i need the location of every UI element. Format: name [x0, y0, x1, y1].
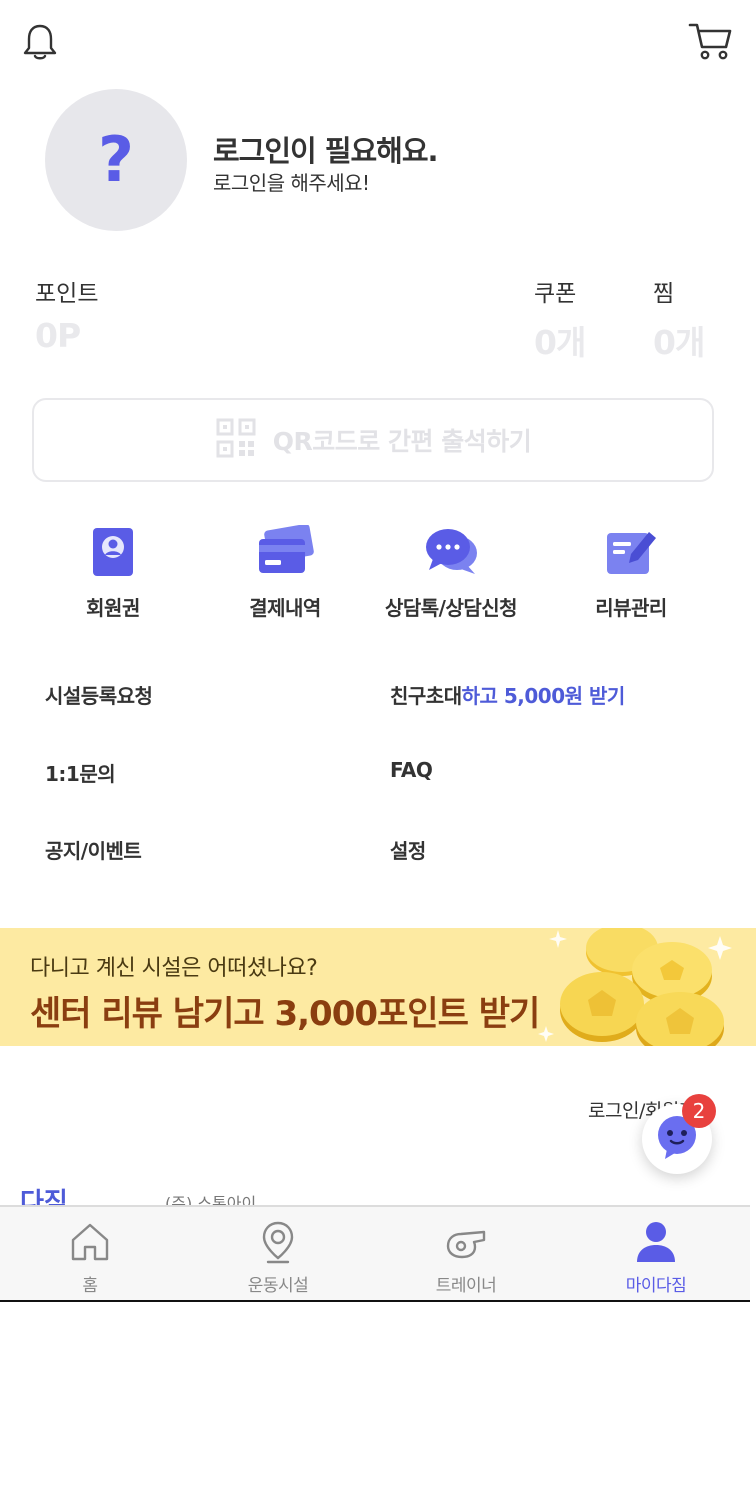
- quick-label-payment-history: 결제내역: [249, 596, 321, 620]
- qr-checkin-label: QR코드로 간편 출석하기: [272, 427, 532, 456]
- qr-code-icon: [215, 417, 257, 463]
- company-logo-text: 다짐: [20, 1188, 68, 1206]
- coupons-label[interactable]: 쿠폰: [534, 274, 576, 308]
- quick-review-management[interactable]: 리뷰관리: [546, 520, 716, 621]
- bell-icon[interactable]: [22, 22, 58, 62]
- menu-facility-request[interactable]: 시설등록요청: [45, 680, 153, 709]
- location-pin-icon: [260, 1219, 296, 1265]
- points-label[interactable]: 포인트: [35, 274, 98, 308]
- bottom-navigation: 홈 운동시설 트레이너 마이다짐: [0, 1205, 750, 1302]
- avatar-question-glyph: ?: [98, 123, 134, 196]
- quick-payment-history[interactable]: 결제내역: [200, 520, 370, 621]
- login-required-title[interactable]: 로그인이 필요해요.: [213, 128, 439, 170]
- nav-home[interactable]: 홈: [0, 1219, 180, 1296]
- menu-notice-event[interactable]: 공지/이벤트: [45, 835, 142, 864]
- company-name: (주) 스톤아이: [165, 1194, 257, 1206]
- points-value[interactable]: 0P: [35, 316, 81, 355]
- nav-my-dagym[interactable]: 마이다짐: [566, 1219, 746, 1296]
- credit-card-icon: [253, 520, 317, 582]
- quick-label-membership: 회원권: [86, 596, 140, 620]
- nav-facilities[interactable]: 운동시설: [188, 1219, 368, 1296]
- menu-invite-friend[interactable]: 친구초대하고 5,000원 받기: [390, 680, 625, 709]
- menu-inquiry[interactable]: 1:1문의: [45, 758, 116, 787]
- banner-subtitle: 다니고 계신 시설은 어떠셨나요?: [30, 956, 318, 981]
- qr-checkin-button[interactable]: QR코드로 간편 출석하기: [32, 398, 714, 482]
- coins-illustration: [530, 928, 756, 1046]
- login-prompt-subtitle[interactable]: 로그인을 해주세요!: [213, 167, 370, 196]
- avatar[interactable]: ?: [45, 89, 187, 231]
- chat-bubble-icon: [419, 520, 483, 582]
- nav-label-facilities: 운동시설: [247, 1276, 309, 1296]
- cart-icon[interactable]: [688, 20, 734, 62]
- coupons-value[interactable]: 0개: [534, 316, 586, 364]
- quick-label-consultation: 상담톡/상담신청: [384, 596, 518, 620]
- likes-label[interactable]: 찜: [653, 274, 674, 308]
- invite-reward-highlight: 하고 5,000원 받기: [461, 684, 626, 708]
- membership-card-icon: [81, 520, 145, 582]
- banner-title: 센터 리뷰 남기고 3,000포인트 받기: [30, 994, 540, 1034]
- nav-label-home: 홈: [82, 1276, 98, 1296]
- whistle-icon: [444, 1219, 488, 1265]
- likes-value[interactable]: 0개: [653, 316, 705, 364]
- nav-label-trainer: 트레이너: [435, 1276, 497, 1296]
- menu-faq[interactable]: FAQ: [390, 758, 433, 782]
- user-icon: [634, 1219, 678, 1265]
- edit-note-icon: [599, 520, 663, 582]
- quick-consultation[interactable]: 상담톡/상담신청: [366, 520, 536, 621]
- review-reward-banner[interactable]: 다니고 계신 시설은 어떠셨나요? 센터 리뷰 남기고 3,000포인트 받기: [0, 928, 756, 1046]
- quick-membership[interactable]: 회원권: [28, 520, 198, 621]
- nav-label-my-dagym: 마이다짐: [625, 1276, 687, 1296]
- chat-notification-badge: 2: [682, 1094, 716, 1128]
- menu-settings[interactable]: 설정: [390, 835, 426, 864]
- home-icon: [69, 1219, 111, 1265]
- quick-label-review-management: 리뷰관리: [595, 596, 667, 620]
- nav-trainer[interactable]: 트레이너: [376, 1219, 556, 1296]
- company-logo: 다짐: [20, 1186, 80, 1206]
- invite-prefix: 친구초대: [390, 684, 462, 708]
